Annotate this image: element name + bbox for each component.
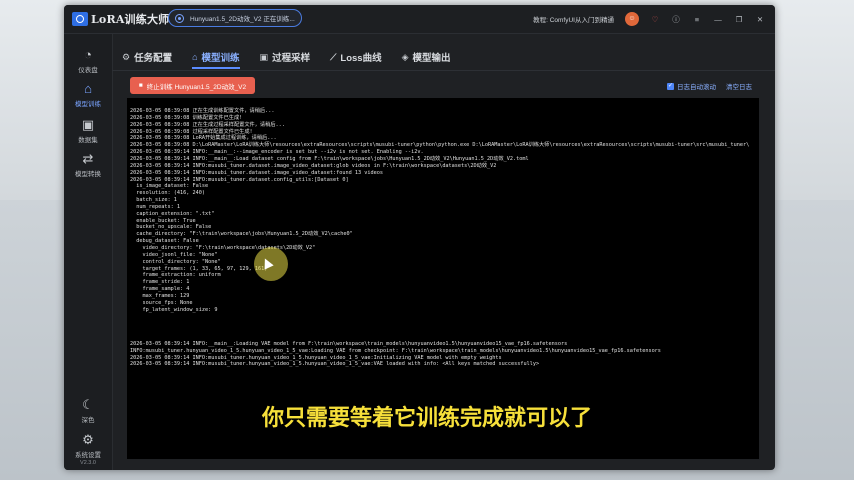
- stop-training-button[interactable]: ■ 终止训练 Hunyuan1.5_2D动效_V2: [130, 77, 255, 94]
- tab-label: Loss曲线: [340, 53, 382, 64]
- dashboard-icon: ◔: [84, 47, 92, 62]
- app-title: LoRA训练大师: [91, 13, 170, 26]
- avatar-icon[interactable]: ☺: [625, 12, 639, 26]
- logo-icon: [72, 12, 88, 26]
- tab-divider: [112, 70, 775, 71]
- menu-icon[interactable]: ≡: [692, 15, 702, 24]
- minimize-icon[interactable]: —: [713, 15, 723, 24]
- stop-icon: ■: [138, 82, 143, 89]
- tab-model-output[interactable]: ◈ 模型输出: [402, 47, 451, 67]
- sidebar-item-dashboard[interactable]: ◔ 仪表盘: [64, 47, 112, 75]
- tab-label: 任务配置: [134, 53, 173, 64]
- maximize-icon[interactable]: ❐: [734, 15, 744, 24]
- tab-sampling[interactable]: ▣ 过程采样: [260, 47, 311, 67]
- sidebar-item-label: 模型训练: [75, 101, 101, 108]
- video-subtitle: 你只需要等着它训练完成就可以了: [261, 406, 592, 431]
- log-line: 2026-03-05 08:39:14 INFO:musubi_tuner.hu…: [130, 361, 540, 368]
- auto-scroll-label: 日志自动滚动: [677, 84, 716, 91]
- convert-icon: ⇄: [82, 151, 94, 166]
- tab-model-training[interactable]: ⌂ 模型训练: [192, 47, 241, 69]
- gear-icon: ⚙: [82, 432, 94, 447]
- clear-log-button[interactable]: 清空日志: [726, 81, 752, 91]
- tab-bar: ⚙ 任务配置 ⌂ 模型训练 ▣ 过程采样 ⟋ Loss曲线 ◈ 模型输出: [122, 47, 451, 69]
- tab-label: 模型输出: [412, 53, 451, 64]
- heart-icon[interactable]: ♡: [650, 15, 660, 24]
- training-icon: ⌂: [84, 81, 92, 96]
- sidebar-item-training[interactable]: ⌂ 模型训练: [64, 81, 112, 109]
- log-line: fp_latent_window_size: 9: [130, 306, 218, 313]
- tab-task-config[interactable]: ⚙ 任务配置: [122, 47, 172, 67]
- sidebar-item-dataset[interactable]: ▣ 数据集: [64, 117, 112, 145]
- running-task-text: Hunyuan1.5_2D动效_V2 正在训练...: [190, 16, 295, 23]
- info-icon[interactable]: ⓘ: [671, 14, 681, 25]
- gear-icon: ⚙: [122, 51, 131, 62]
- version-label: V2.3.0: [80, 460, 96, 466]
- running-task-pill[interactable]: Hunyuan1.5_2D动效_V2 正在训练...: [168, 9, 302, 27]
- sidebar-item-label: 模型转换: [75, 171, 101, 178]
- sidebar-item-convert[interactable]: ⇄ 模型转换: [64, 151, 112, 179]
- image-icon: ▣: [81, 117, 95, 132]
- close-icon[interactable]: ✕: [755, 15, 765, 24]
- app-logo: LoRA训练大师: [72, 11, 169, 27]
- title-bar-actions: 教程: ComfyUI从入门到精通 ☺ ♡ ⓘ ≡ — ❐ ✕: [533, 12, 765, 26]
- sidebar-item-label: 仪表盘: [78, 67, 98, 74]
- cube-icon: ⌂: [192, 52, 198, 62]
- box-icon: ◈: [401, 51, 409, 62]
- course-link[interactable]: 教程: ComfyUI从入门到精通: [533, 14, 614, 24]
- auto-scroll-toggle[interactable]: ✓ 日志自动滚动: [667, 81, 716, 91]
- tab-loss-curve[interactable]: ⟋ Loss曲线: [330, 47, 382, 67]
- checkbox-checked-icon[interactable]: ✓: [667, 82, 674, 90]
- sidebar-item-label: 数据集: [78, 137, 98, 144]
- spinner-icon: [175, 13, 184, 23]
- image-icon: ▣: [259, 51, 269, 62]
- title-bar: LoRA训练大师 Hunyuan1.5_2D动效_V2 正在训练... 教程: …: [64, 5, 775, 34]
- tab-label: 过程采样: [272, 53, 311, 64]
- tab-label: 模型训练: [201, 53, 240, 64]
- settings-label: 系统设置: [75, 452, 101, 459]
- sidebar-item-settings[interactable]: ⚙ 系统设置 V2.3.0: [64, 432, 112, 467]
- chart-icon: ⟋: [330, 51, 337, 62]
- stop-training-label: 终止训练 Hunyuan1.5_2D动效_V2: [146, 83, 247, 91]
